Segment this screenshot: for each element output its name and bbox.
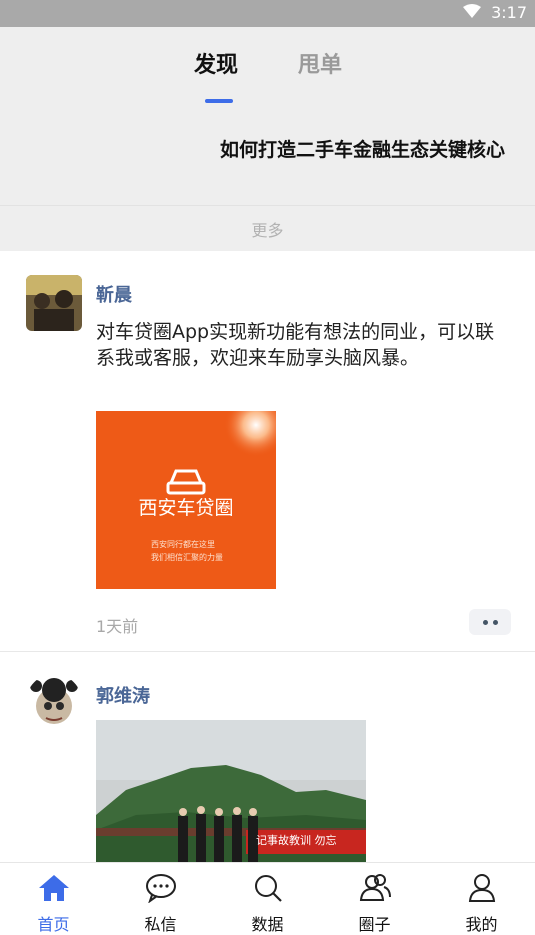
featured-headline[interactable]: 如何打造二手车金融生态关键核心 — [0, 135, 505, 162]
banner-text: 记事故教训 勿忘 — [256, 834, 337, 847]
nav-messages[interactable]: 私信 — [107, 863, 214, 934]
avatar[interactable] — [26, 275, 82, 331]
top-tabs: 发现 甩单 — [0, 47, 535, 107]
tab-discover[interactable]: 发现 — [194, 47, 238, 79]
nav-home[interactable]: 首页 — [0, 863, 107, 934]
image-caption-1: 西安同行都在这里 — [151, 540, 215, 549]
image-caption-2: 我们相信汇聚的力量 — [151, 553, 223, 562]
image-title: 西安车贷圈 — [138, 497, 234, 519]
avatar[interactable] — [26, 674, 82, 730]
nav-circles[interactable]: 圈子 — [321, 863, 428, 934]
feed-post: 郭维涛 记事故教训 勿忘 — [0, 652, 535, 862]
nav-data[interactable]: 数据 — [214, 863, 321, 934]
nav-label: 我的 — [465, 915, 498, 934]
wifi-icon — [463, 3, 482, 22]
post-timestamp: 1天前 — [96, 617, 139, 636]
nav-label: 数据 — [251, 915, 284, 934]
nav-label: 私信 — [144, 915, 177, 934]
feed-post: 靳晨 对车贷圈App实现新功能有想法的同业，可以联系我或客服，欢迎来车励享头脑风… — [0, 251, 535, 651]
divider — [0, 205, 535, 206]
more-link[interactable]: 更多 — [0, 217, 535, 241]
dot — [492, 619, 498, 625]
dot — [482, 619, 488, 625]
author-name[interactable]: 靳晨 — [96, 281, 132, 307]
status-bar: 3:17 — [0, 0, 535, 27]
nav-mine[interactable]: 我的 — [428, 863, 535, 934]
tab-dispatch[interactable]: 甩单 — [298, 47, 342, 79]
nav-label: 圈子 — [358, 915, 391, 934]
car-icon — [166, 469, 206, 495]
active-tab-indicator — [205, 99, 233, 103]
nav-label: 首页 — [37, 915, 70, 934]
status-time: 3:17 — [491, 3, 527, 22]
more-options-button[interactable] — [469, 609, 511, 635]
author-name[interactable]: 郭维涛 — [96, 682, 150, 708]
post-image[interactable]: 西安车贷圈 西安同行都在这里 我们相信汇聚的力量 — [96, 411, 276, 589]
bottom-navigation: 首页 私信 数据 圈子 我的 — [0, 862, 535, 934]
post-text: 对车贷圈App实现新功能有想法的同业，可以联系我或客服，欢迎来车励享头脑风暴。 — [96, 321, 495, 369]
discover-header: 发现 甩单 如何打造二手车金融生态关键核心 更多 — [0, 27, 535, 251]
post-photo[interactable]: 记事故教训 勿忘 — [96, 720, 366, 862]
